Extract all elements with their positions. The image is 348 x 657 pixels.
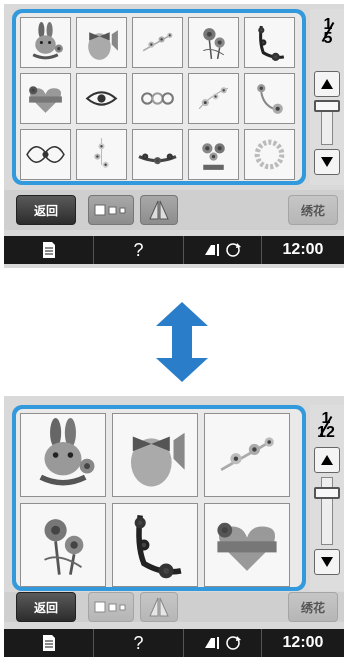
triangle-down-icon [321, 557, 333, 567]
flower-spray-embroidery-icon [137, 22, 178, 63]
mirror-button[interactable] [140, 195, 178, 225]
clock-time: 12:00 [282, 634, 324, 651]
pattern-grid-frame [12, 9, 306, 185]
scroll-panel: 1 12 [310, 405, 344, 591]
back-button[interactable]: 返回 [16, 195, 76, 225]
help-button[interactable]: ? [94, 236, 184, 264]
presser-foot-icon [204, 243, 241, 257]
status-bar: ? 12:00 [4, 629, 344, 657]
embroidery-button-label: 绣花 [300, 203, 325, 218]
double-arrow-icon [152, 300, 212, 384]
flower-spray-embroidery-icon [210, 418, 284, 492]
clock: 12:00 [262, 236, 344, 264]
help-button[interactable]: ? [94, 629, 184, 657]
scroll-down-button[interactable] [314, 549, 340, 575]
pattern-cell-flower-spray[interactable] [132, 17, 183, 68]
bunny-embroidery-icon [26, 418, 100, 492]
scroll-up-button[interactable] [314, 71, 340, 97]
scroll-thumb[interactable] [314, 487, 340, 499]
pattern-cell-wreath[interactable] [244, 129, 295, 180]
clock: 12:00 [262, 629, 344, 657]
back-button[interactable]: 返回 [16, 592, 76, 622]
scroll-thumb[interactable] [314, 100, 340, 112]
pattern-cell-vine-corner[interactable] [112, 503, 198, 587]
scroll-down-button[interactable] [314, 149, 340, 175]
size-squares-icon [94, 204, 126, 216]
pattern-cell-eye[interactable] [76, 73, 127, 124]
embroidery-button[interactable]: 绣花 [288, 195, 338, 225]
pattern-cell-egg-bow[interactable] [76, 17, 127, 68]
help-label: ? [133, 239, 144, 260]
vine-corner-embroidery-icon [249, 22, 290, 63]
document-icon [42, 635, 55, 651]
triangle-down-icon [321, 157, 333, 167]
garland-embroidery-icon [137, 134, 178, 175]
lace-border-embroidery-icon [25, 134, 66, 175]
pattern-cell-heart-ribbon[interactable] [204, 503, 290, 587]
spring-bouquet-embroidery-icon [193, 134, 234, 175]
triangle-up-icon [321, 455, 333, 465]
pattern-cell-egg-bow[interactable] [112, 413, 198, 497]
egg-bow-embroidery-icon [81, 22, 122, 63]
floral-sprig-embroidery-icon [193, 78, 234, 119]
rose-embroidery-icon [26, 508, 100, 582]
eye-embroidery-icon [81, 78, 122, 119]
size-squares-icon [94, 601, 126, 613]
embroidery-button[interactable]: 绣花 [288, 592, 338, 622]
pattern-grid [16, 409, 302, 587]
pattern-cell-garland[interactable] [132, 129, 183, 180]
toolbar: 返回 绣花 [4, 592, 344, 622]
presser-foot-button[interactable] [184, 236, 262, 264]
help-label: ? [133, 632, 144, 653]
scroll-up-button[interactable] [314, 447, 340, 473]
pattern-size-button[interactable] [88, 195, 134, 225]
page-indicator: 1 12 [315, 411, 337, 441]
pattern-cell-rose[interactable] [188, 17, 239, 68]
pattern-cell-floral-sprig[interactable] [188, 73, 239, 124]
clock-time: 12:00 [282, 241, 324, 258]
scroll-panel: 1 5 [310, 9, 344, 185]
back-button-label: 返回 [33, 600, 58, 615]
document-icon [42, 242, 55, 258]
pattern-cell-bunny[interactable] [20, 17, 71, 68]
ornament-border-embroidery-icon [137, 78, 178, 119]
flower-corner-embroidery-icon [249, 78, 290, 119]
pattern-cell-bunny[interactable] [20, 413, 106, 497]
pattern-cell-flower-spray[interactable] [204, 413, 290, 497]
pattern-cell-lace-border[interactable] [20, 129, 71, 180]
pattern-size-button[interactable] [88, 592, 134, 622]
pattern-cell-rose[interactable] [20, 503, 106, 587]
pattern-cell-vine-corner[interactable] [244, 17, 295, 68]
mirror-flip-icon [149, 597, 169, 617]
heart-ribbon-embroidery-icon [210, 508, 284, 582]
pattern-grid-frame [12, 405, 306, 591]
page-indicator: 1 5 [317, 17, 339, 47]
pattern-cell-hanging-flower[interactable] [76, 129, 127, 180]
egg-bow-embroidery-icon [118, 418, 192, 492]
status-bar: ? 12:00 [4, 236, 344, 264]
mirror-flip-icon [149, 200, 169, 220]
pattern-cell-heart-ribbon[interactable] [20, 73, 71, 124]
heart-ribbon-embroidery-icon [25, 78, 66, 119]
top-screen: 1 5 返回 绣花 ? 12:00 [4, 4, 344, 268]
pattern-cell-flower-corner[interactable] [244, 73, 295, 124]
embroidery-button-label: 绣花 [300, 600, 325, 615]
pattern-grid [16, 13, 302, 181]
presser-foot-button[interactable] [184, 629, 262, 657]
rose-embroidery-icon [193, 22, 234, 63]
memo-button[interactable] [4, 236, 94, 264]
memo-button[interactable] [4, 629, 94, 657]
mirror-button[interactable] [140, 592, 178, 622]
wreath-embroidery-icon [249, 134, 290, 175]
bottom-screen: 1 12 返回 绣花 ? 12:00 [4, 396, 344, 657]
triangle-up-icon [321, 79, 333, 89]
presser-foot-icon [204, 636, 241, 650]
pattern-cell-ornament-border[interactable] [132, 73, 183, 124]
vine-corner-embroidery-icon [118, 508, 192, 582]
bunny-embroidery-icon [25, 22, 66, 63]
pattern-cell-spring-bouquet[interactable] [188, 129, 239, 180]
hanging-flower-embroidery-icon [81, 134, 122, 175]
back-button-label: 返回 [33, 203, 58, 218]
toolbar: 返回 绣花 [4, 190, 344, 230]
